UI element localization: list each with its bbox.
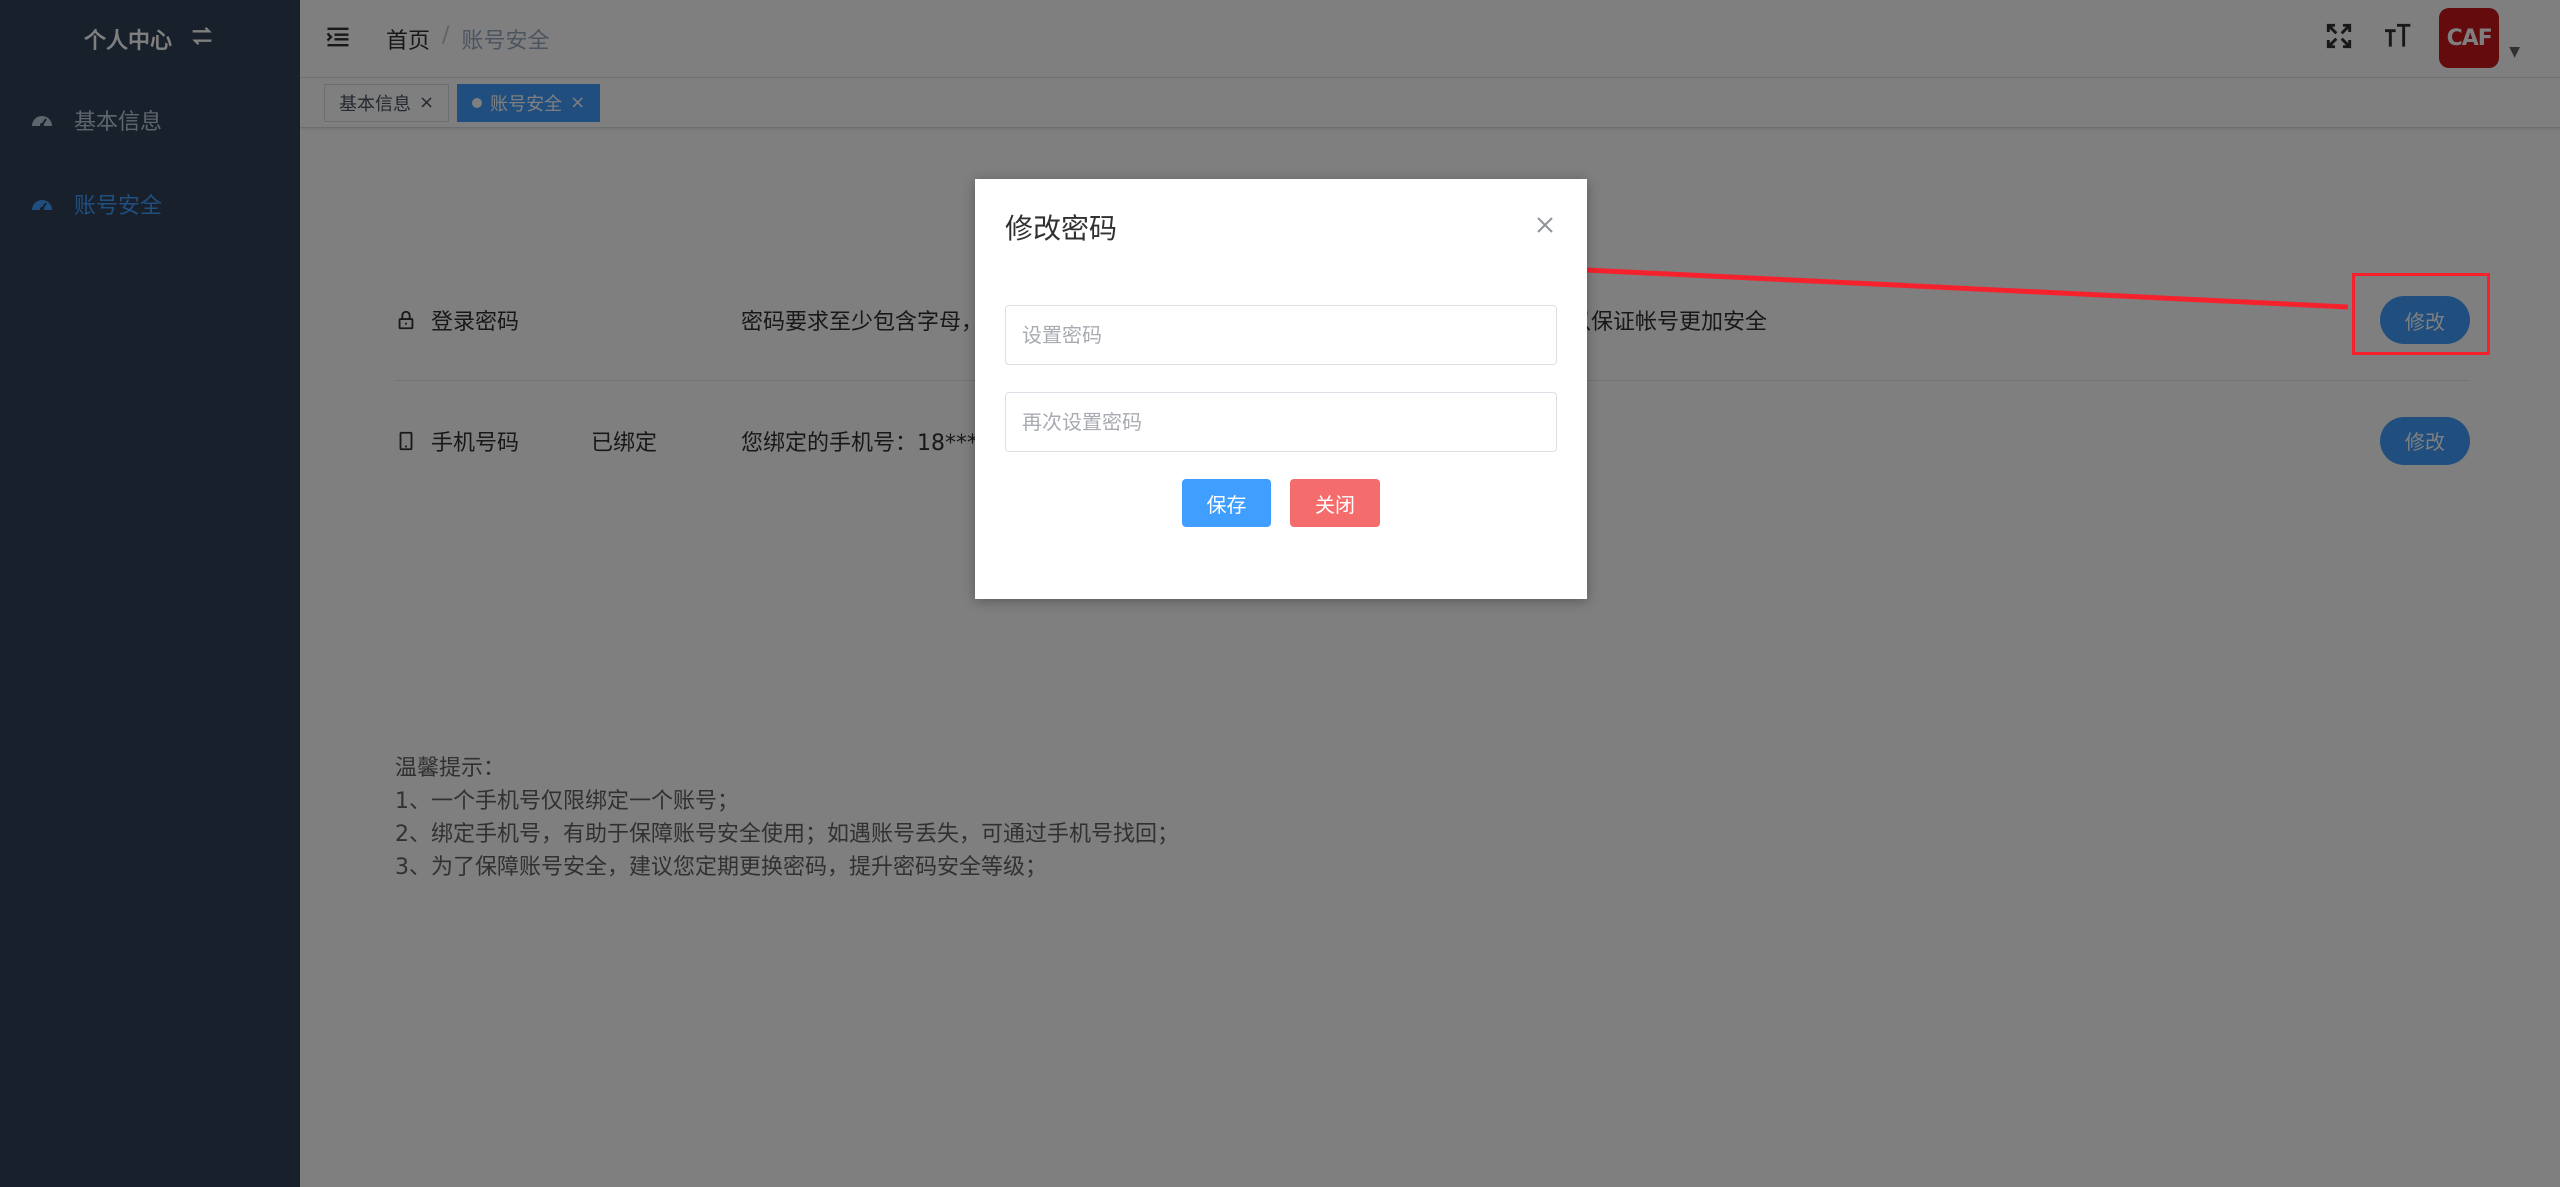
annotation-highlight-box <box>2352 273 2490 355</box>
change-password-dialog: 修改密码 保存 关闭 <box>975 179 1587 599</box>
save-button[interactable]: 保存 <box>1182 479 1271 527</box>
dialog-title: 修改密码 <box>1005 212 1118 245</box>
password-input[interactable] <box>1005 305 1557 365</box>
confirm-password-input[interactable] <box>1005 392 1557 452</box>
close-button[interactable]: 关闭 <box>1290 479 1380 527</box>
close-icon[interactable] <box>1533 213 1557 237</box>
